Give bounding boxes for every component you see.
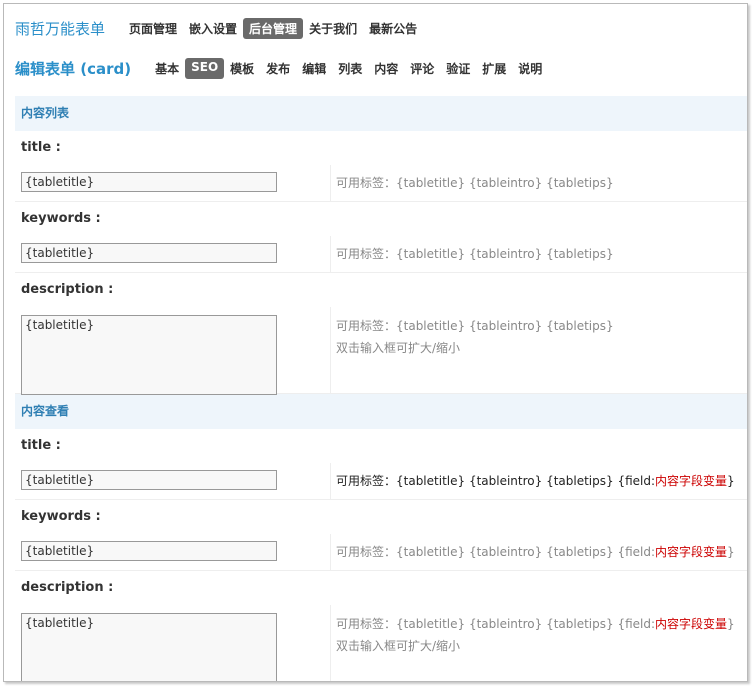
tab-template[interactable]: 模板 [224, 58, 260, 79]
resize-hint: 双击输入框可扩大/缩小 [336, 639, 461, 653]
list-title-field: title : 可用标签：{tabletitle} {tableintro} {… [15, 131, 747, 202]
editor-title: 编辑表单 (card) [15, 59, 132, 78]
field-label: title : [21, 438, 61, 453]
field-variable-text: 内容字段变量 [655, 617, 728, 631]
list-description-textarea[interactable]: {tabletitle} [21, 315, 277, 395]
tab-extension[interactable]: 扩展 [476, 58, 512, 79]
list-keywords-input[interactable] [21, 243, 277, 263]
field-label: description : [21, 282, 114, 297]
resize-hint: 双击输入框可扩大/缩小 [336, 341, 461, 355]
tab-basic[interactable]: 基本 [149, 58, 185, 79]
nav-item-about[interactable]: 关于我们 [303, 18, 363, 39]
view-title-input[interactable] [21, 470, 277, 490]
available-tags-hint: 可用标签：{tabletitle} {tableintro} {tabletip… [336, 615, 735, 632]
hint-text: 可用标签：{tabletitle} {tableintro} {tabletip… [336, 617, 656, 631]
section-header-content-list: 内容列表 [15, 96, 747, 131]
tab-description[interactable]: 说明 [512, 58, 548, 79]
available-tags-hint: 可用标签：{tabletitle} {tableintro} {tabletip… [336, 176, 614, 190]
field-label: description : [21, 580, 114, 595]
tab-publish[interactable]: 发布 [260, 58, 296, 79]
tab-edit[interactable]: 编辑 [296, 58, 332, 79]
editor-header: 编辑表单 (card) 基本 SEO 模板 发布 编辑 列表 内容 评论 验证 … [15, 56, 548, 80]
hint-suffix: } [727, 545, 735, 559]
list-keywords-field: keywords : 可用标签：{tabletitle} {tableintro… [15, 202, 747, 273]
hint-text: 可用标签：{tabletitle} {tableintro} {tabletip… [336, 545, 656, 559]
view-keywords-field: keywords : 可用标签：{tabletitle} {tableintro… [15, 500, 747, 571]
list-description-field: description : {tabletitle} 可用标签：{tableti… [15, 273, 747, 395]
view-keywords-input[interactable] [21, 541, 277, 561]
divider [330, 307, 331, 393]
tab-list[interactable]: 列表 [332, 58, 368, 79]
view-description-textarea[interactable]: {tabletitle} [21, 613, 277, 681]
hint-text: 可用标签：{tabletitle} {tableintro} {tabletip… [336, 474, 656, 488]
nav-item-embed-settings[interactable]: 嵌入设置 [183, 18, 243, 39]
field-variable-text: 内容字段变量 [655, 474, 728, 488]
view-description-field: description : {tabletitle} 可用标签：{tableti… [15, 571, 747, 681]
divider [330, 463, 331, 499]
field-label: keywords : [21, 211, 101, 226]
nav-item-admin[interactable]: 后台管理 [243, 17, 304, 39]
view-title-field: title : 可用标签：{tabletitle} {tableintro} {… [15, 429, 747, 500]
list-title-input[interactable] [21, 172, 277, 192]
nav-item-page-management[interactable]: 页面管理 [123, 18, 183, 39]
section-header-content-view: 内容查看 [15, 394, 747, 429]
top-header: 雨哲万能表单 页面管理 嵌入设置 后台管理 关于我们 最新公告 [15, 16, 423, 40]
top-nav: 页面管理 嵌入设置 后台管理 关于我们 最新公告 [123, 17, 423, 39]
seo-form: 内容列表 title : 可用标签：{tabletitle} {tableint… [15, 96, 747, 681]
editor-tabs: 基本 SEO 模板 发布 编辑 列表 内容 评论 验证 扩展 说明 [149, 57, 548, 79]
field-label: keywords : [21, 509, 101, 524]
field-variable-text: 内容字段变量 [655, 545, 728, 559]
tab-content[interactable]: 内容 [368, 58, 404, 79]
divider [330, 534, 331, 570]
nav-item-announcements[interactable]: 最新公告 [363, 18, 423, 39]
divider [330, 236, 331, 272]
hint-suffix: } [727, 617, 735, 631]
available-tags-hint: 可用标签：{tabletitle} {tableintro} {tabletip… [336, 319, 614, 333]
tab-validation[interactable]: 验证 [440, 58, 476, 79]
available-tags-hint: 可用标签：{tabletitle} {tableintro} {tabletip… [336, 472, 735, 489]
field-label: title : [21, 140, 61, 155]
tab-seo[interactable]: SEO [185, 57, 225, 79]
tab-comment[interactable]: 评论 [404, 58, 440, 79]
divider [330, 165, 331, 201]
hint-suffix: } [727, 474, 735, 488]
available-tags-hint: 可用标签：{tabletitle} {tableintro} {tabletip… [336, 247, 614, 261]
app-title: 雨哲万能表单 [15, 19, 106, 38]
window-frame: 雨哲万能表单 页面管理 嵌入设置 后台管理 关于我们 最新公告 编辑表单 (ca… [3, 3, 748, 682]
available-tags-hint: 可用标签：{tabletitle} {tableintro} {tabletip… [336, 543, 735, 560]
divider [330, 605, 331, 681]
